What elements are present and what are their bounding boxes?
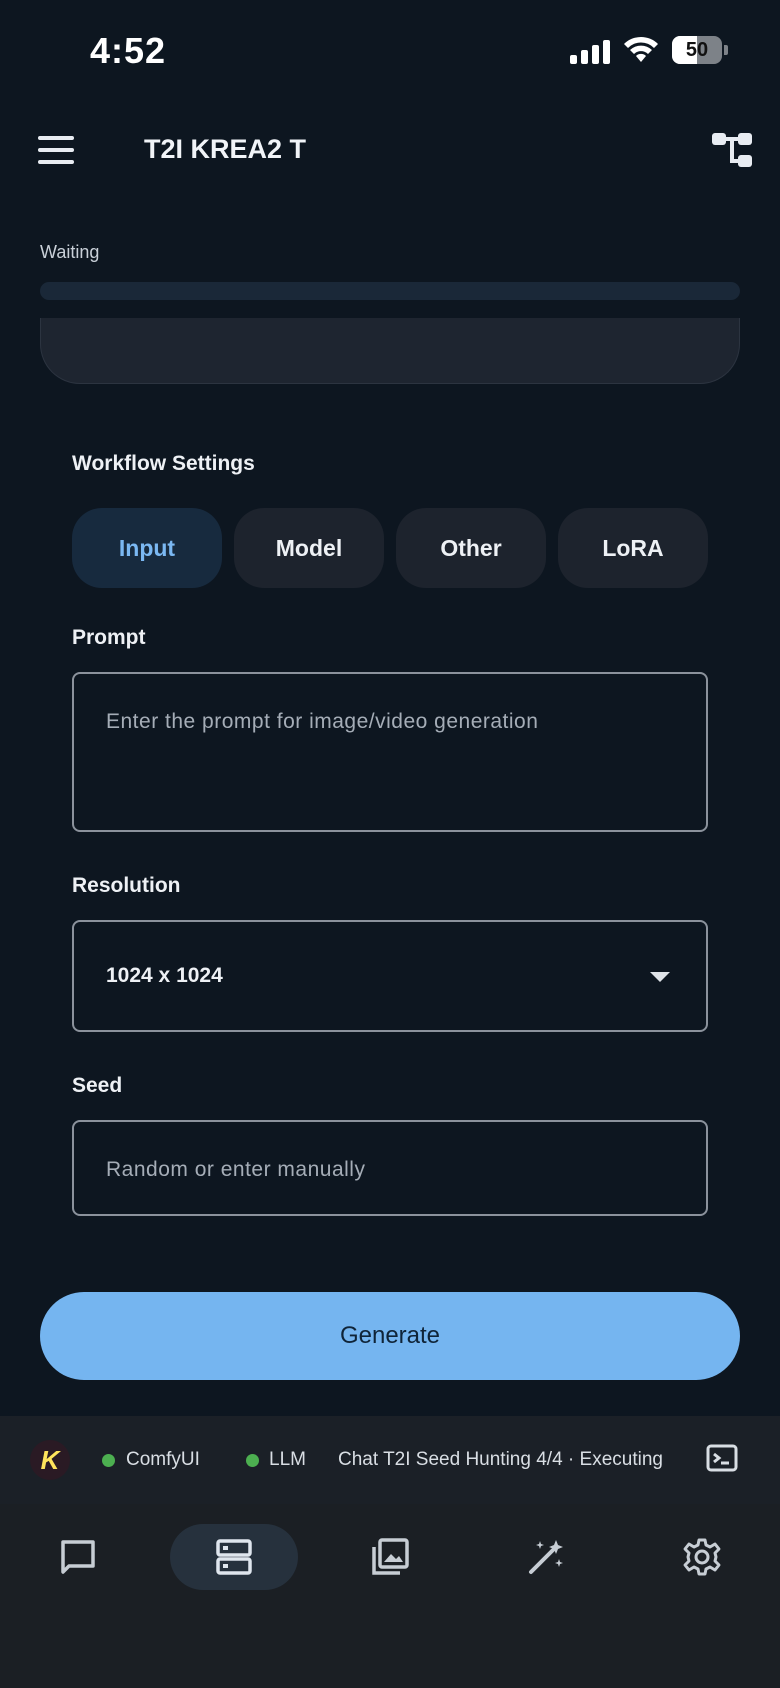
cellular-signal-icon (570, 38, 610, 64)
resolution-select[interactable]: 1024 x 1024 (72, 920, 708, 1032)
status-time: 4:52 (90, 30, 167, 71)
wifi-icon (622, 34, 660, 64)
hamburger-menu-icon[interactable] (38, 136, 74, 164)
tab-lora[interactable]: LoRA (558, 508, 708, 588)
page-title: T2I KREA2 T (144, 134, 307, 164)
resolution-label: Resolution (72, 874, 181, 897)
settings-gear-icon (683, 1538, 721, 1576)
preview-card (40, 318, 740, 384)
progress-status-label: Waiting (40, 242, 100, 262)
gallery-icon (372, 1538, 409, 1575)
tab-other[interactable]: Other (396, 508, 546, 588)
comfyui-status-dot (102, 1454, 115, 1467)
bottom-navigation (0, 1504, 780, 1688)
comfyui-status-label: ComfyUI (126, 1449, 200, 1470)
nav-magic[interactable] (482, 1524, 610, 1590)
progress-bar (40, 282, 740, 300)
generate-button[interactable]: Generate (40, 1292, 740, 1380)
llm-status-label: LLM (269, 1449, 306, 1470)
nav-server[interactable] (170, 1524, 298, 1590)
battery-icon: 50 (672, 36, 728, 64)
dropdown-caret-icon (650, 972, 670, 982)
workflow-tree-icon[interactable] (710, 130, 754, 170)
nav-chat[interactable] (14, 1524, 142, 1590)
terminal-icon[interactable] (706, 1444, 738, 1472)
execution-status-message[interactable]: Chat T2I Seed Hunting 4/4 · Executing (338, 1449, 684, 1471)
battery-level: 50 (685, 39, 709, 61)
prompt-input[interactable]: Enter the prompt for image/video generat… (72, 672, 708, 832)
resolution-value: 1024 x 1024 (106, 964, 223, 987)
seed-label: Seed (72, 1074, 123, 1097)
chat-icon (61, 1540, 95, 1574)
tab-model[interactable]: Model (234, 508, 384, 588)
server-icon (216, 1539, 252, 1575)
workflow-settings-title: Workflow Settings (72, 452, 255, 475)
connection-status-strip: K ComfyUI LLM Chat T2I Seed Hunting 4/4 … (0, 1416, 780, 1504)
magic-wand-icon (529, 1540, 563, 1574)
app-logo-icon: K (30, 1440, 70, 1480)
tab-input[interactable]: Input (72, 508, 222, 588)
prompt-label: Prompt (72, 626, 146, 649)
nav-settings[interactable] (638, 1524, 766, 1590)
prompt-placeholder: Enter the prompt for image/video generat… (106, 710, 539, 733)
nav-gallery[interactable] (326, 1524, 454, 1590)
seed-input[interactable]: Random or enter manually (72, 1120, 708, 1216)
llm-status-dot (246, 1454, 259, 1467)
seed-placeholder: Random or enter manually (106, 1158, 366, 1181)
